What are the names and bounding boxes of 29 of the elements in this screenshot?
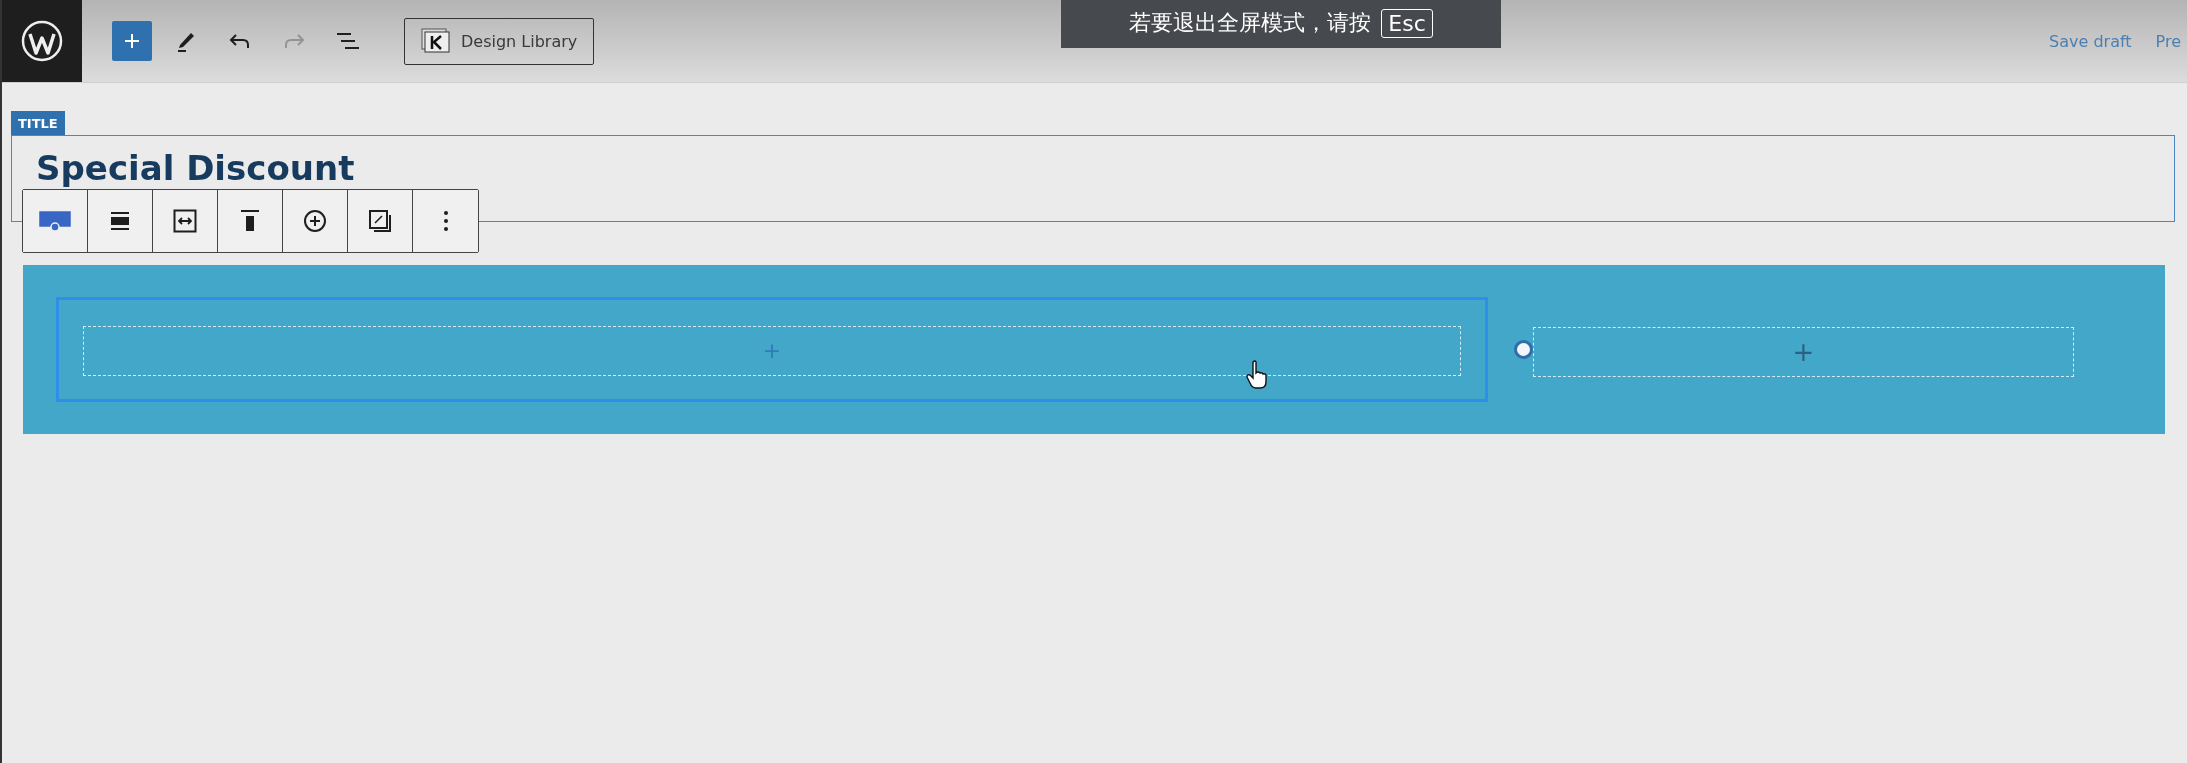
width-icon xyxy=(173,209,197,233)
wordpress-logo[interactable] xyxy=(2,0,82,82)
add-block-button[interactable] xyxy=(112,21,152,61)
block-appender[interactable]: + xyxy=(1533,327,2074,377)
notice-text: 若要退出全屏模式，请按 xyxy=(1129,9,1372,37)
header-link[interactable]: Pre xyxy=(2155,31,2181,51)
block-appender[interactable]: + xyxy=(83,326,1461,376)
resize-handle[interactable] xyxy=(1514,340,1533,359)
column-block[interactable]: + xyxy=(56,297,1488,402)
header-link[interactable]: Save draft xyxy=(2049,31,2132,51)
esc-key: Esc xyxy=(1381,8,1433,38)
column-block[interactable]: + xyxy=(1530,297,2077,402)
add-circle-icon xyxy=(303,209,327,233)
wordpress-icon xyxy=(21,20,63,62)
align-top-icon xyxy=(239,209,261,233)
post-title: Special Discount xyxy=(36,148,355,188)
row-block[interactable]: + + xyxy=(23,265,2165,434)
more-options-icon xyxy=(442,210,449,232)
block-label: TITLE xyxy=(11,111,65,135)
design-library-button[interactable]: Design Library xyxy=(404,17,595,65)
hand-cursor-icon xyxy=(1246,360,1268,390)
library-icon xyxy=(421,28,451,54)
plus-icon xyxy=(124,33,140,49)
styles-icon xyxy=(368,209,392,233)
add-block-plus[interactable]: + xyxy=(1792,339,1815,365)
title-block[interactable]: Special Discount xyxy=(11,135,2175,222)
row-layout-icon xyxy=(38,210,72,232)
add-block-plus[interactable]: + xyxy=(762,340,782,362)
align-icon xyxy=(109,210,131,232)
